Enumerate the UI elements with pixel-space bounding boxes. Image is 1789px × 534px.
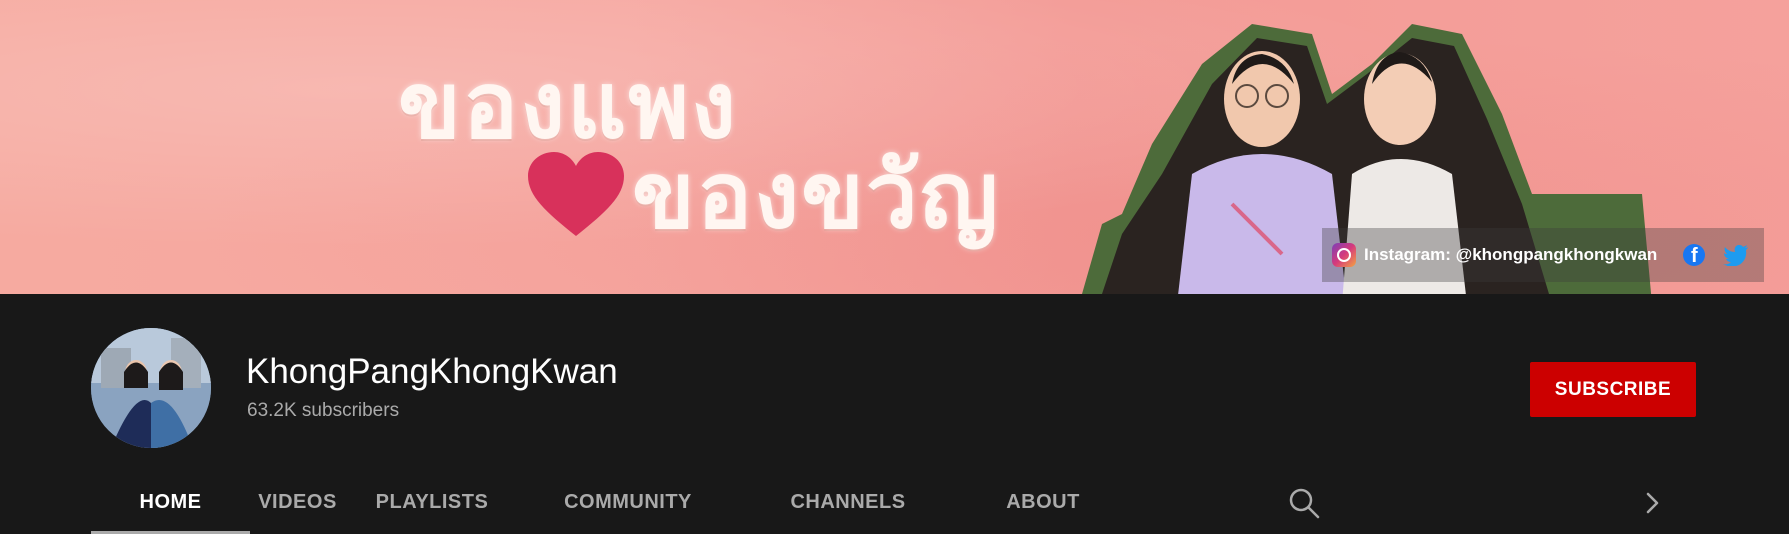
tab-about[interactable]: ABOUT xyxy=(959,474,1127,531)
tab-home[interactable]: HOME xyxy=(91,474,250,534)
heart-icon xyxy=(528,152,624,236)
channel-header: KhongPangKhongKwan 63.2K subscribers SUB… xyxy=(0,294,1789,534)
channel-name[interactable]: KhongPangKhongKwan xyxy=(246,352,618,392)
banner-title-line-2: ของขวัญ xyxy=(632,142,1001,249)
facebook-icon[interactable]: f xyxy=(1683,244,1706,266)
tab-channels[interactable]: CHANNELS xyxy=(737,474,959,531)
channel-banner: ของแพง ของขวัญ Instagram: @khongpangkhon… xyxy=(0,0,1789,294)
social-links-bar: Instagram: @khongpangkhongkwan f xyxy=(1322,228,1764,282)
tab-playlists[interactable]: PLAYLISTS xyxy=(345,474,519,531)
subscriber-count: 63.2K subscribers xyxy=(247,400,400,421)
instagram-link[interactable]: Instagram: @khongpangkhongkwan xyxy=(1364,245,1657,265)
channel-tabs: HOME VIDEOS PLAYLISTS COMMUNITY CHANNELS… xyxy=(91,474,1691,534)
instagram-icon[interactable] xyxy=(1332,243,1356,267)
twitter-icon[interactable] xyxy=(1723,244,1749,266)
banner-title-line-1: ของแพง xyxy=(398,52,738,159)
subscribe-button[interactable]: SUBSCRIBE xyxy=(1530,362,1696,417)
tab-videos[interactable]: VIDEOS xyxy=(250,474,345,531)
tab-community[interactable]: COMMUNITY xyxy=(519,474,737,531)
channel-avatar[interactable] xyxy=(91,328,211,448)
chevron-right-icon[interactable] xyxy=(1641,488,1665,518)
search-icon[interactable] xyxy=(1287,486,1321,520)
